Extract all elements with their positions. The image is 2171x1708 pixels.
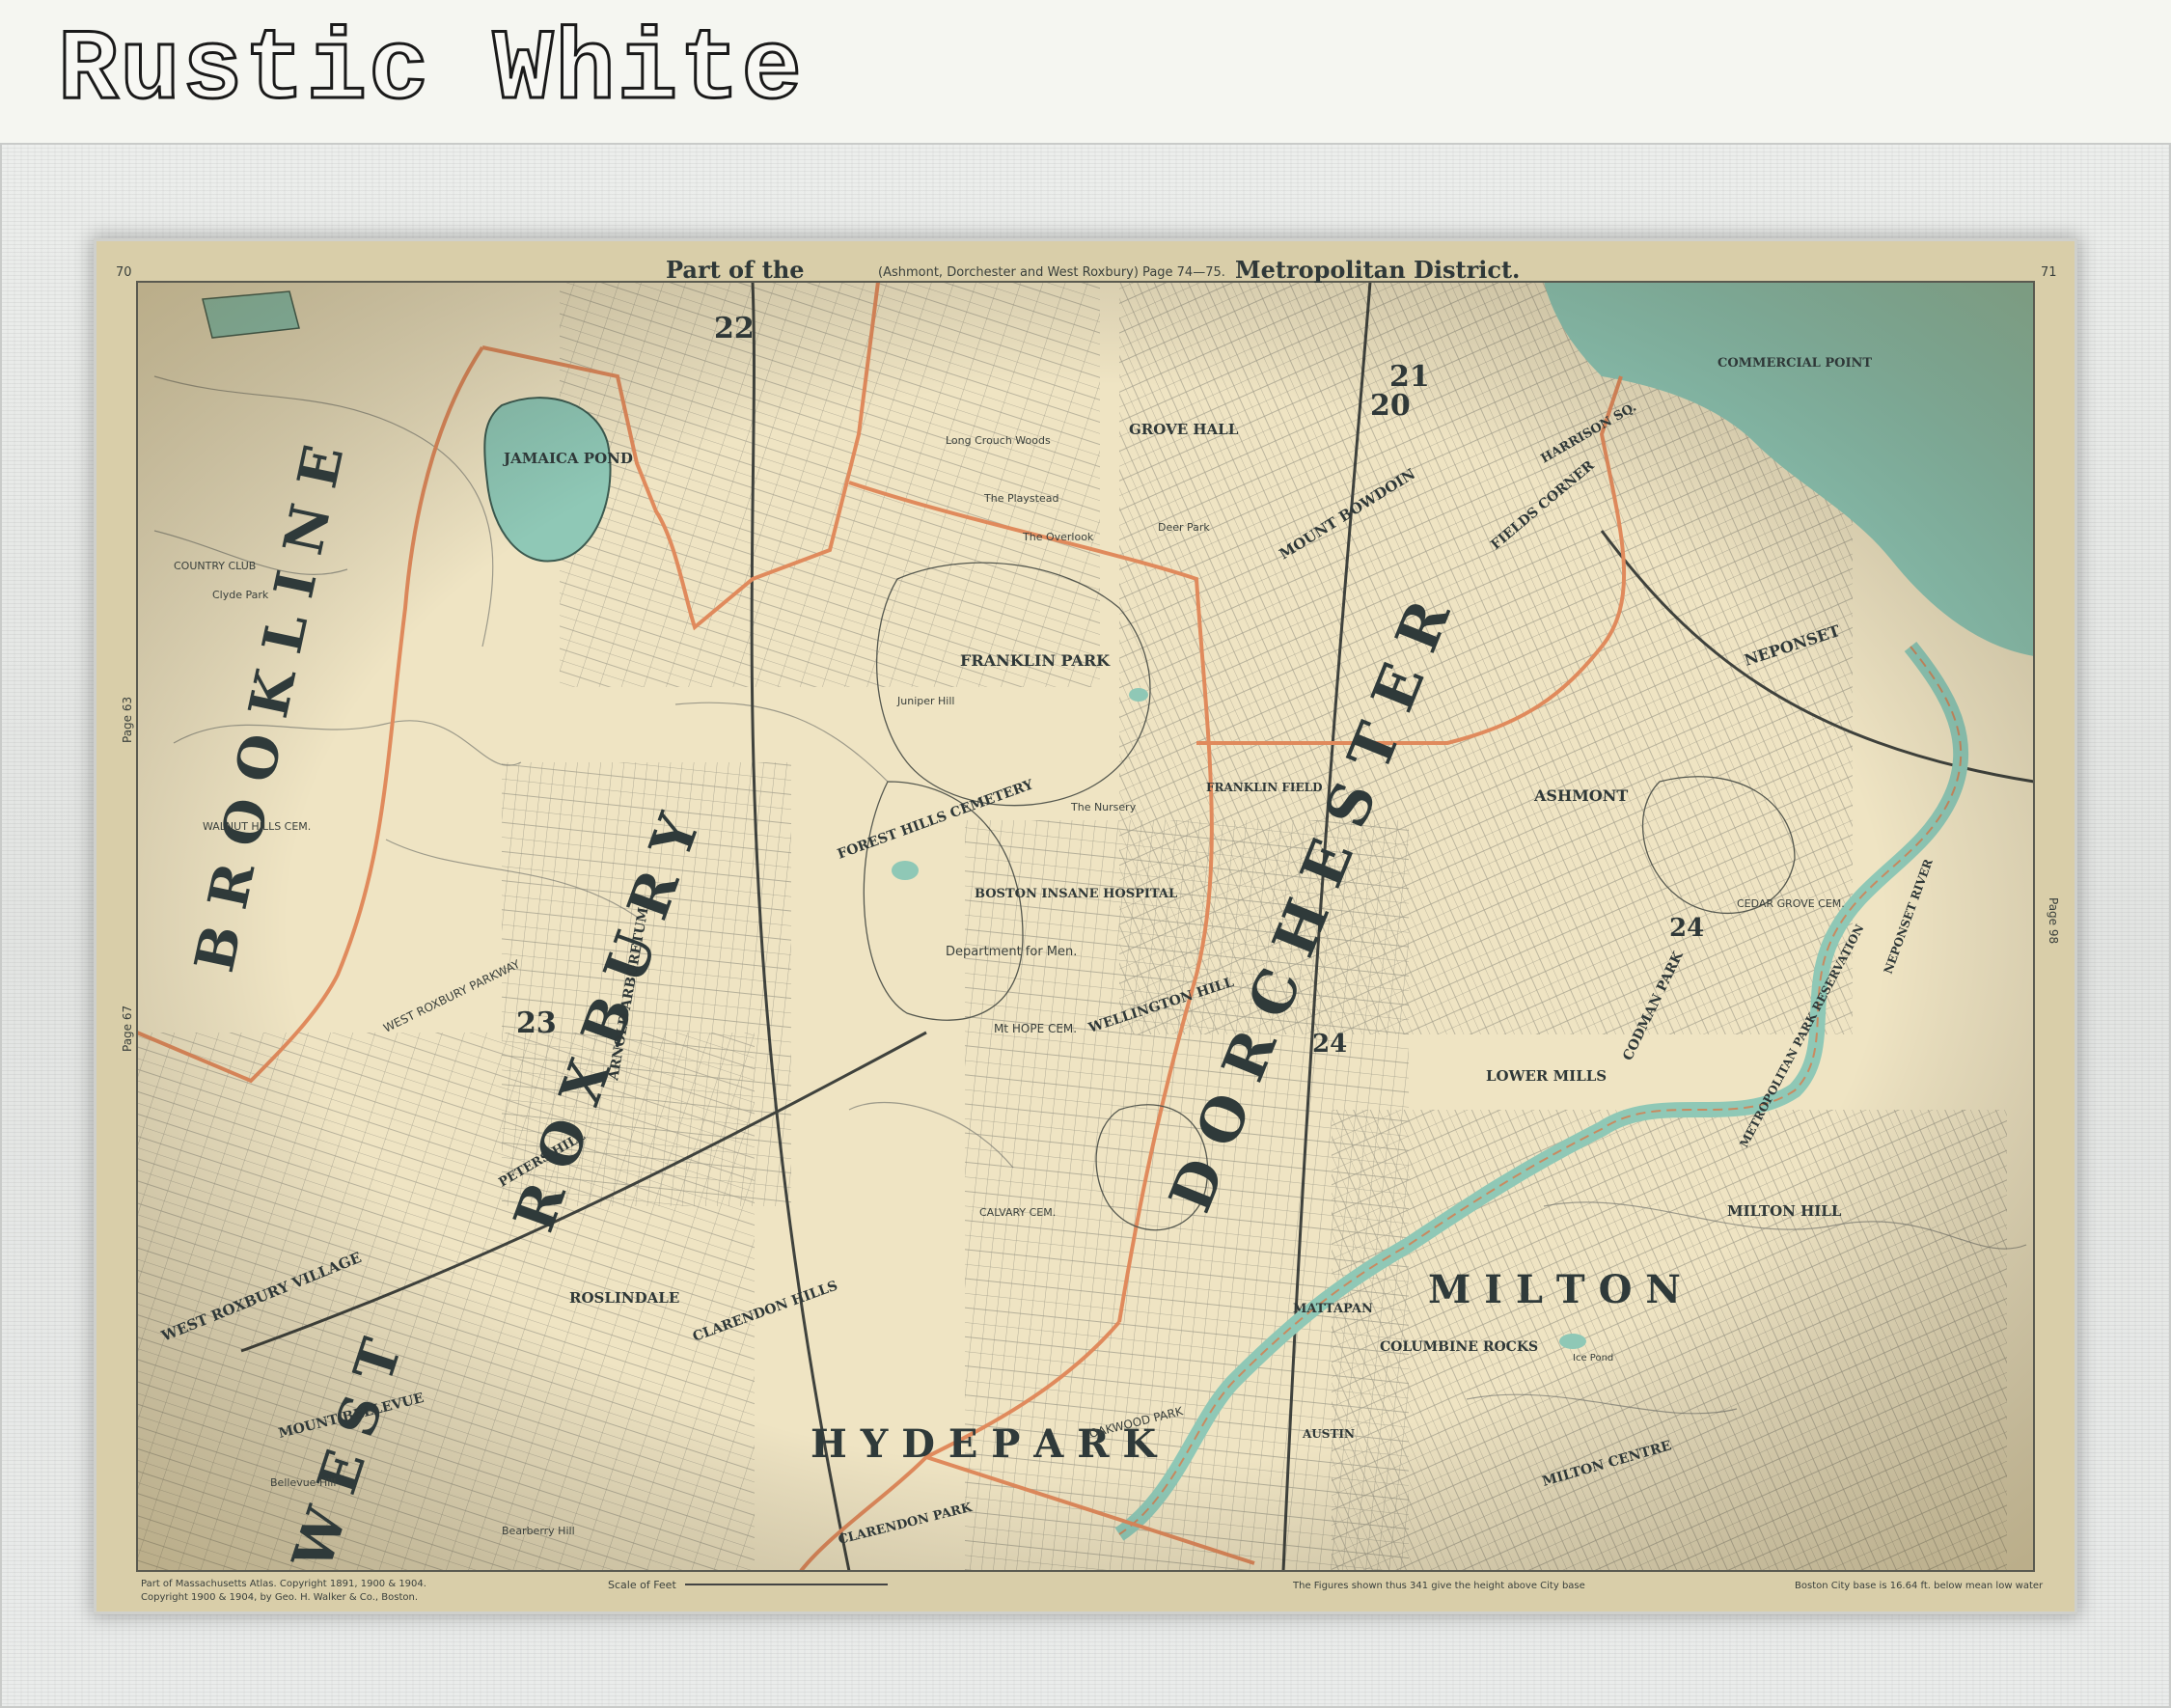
label-mt-hope: Mt HOPE CEM. bbox=[994, 1022, 1077, 1035]
paper-aging bbox=[137, 282, 2034, 1571]
label-ashmont: ASHMONT bbox=[1533, 786, 1628, 805]
region-milton: M I L T O N bbox=[1428, 1267, 1681, 1312]
district-number-20: 20 bbox=[1370, 389, 1411, 423]
footer-base-note: Boston City base is 16.64 ft. below mean… bbox=[1795, 1581, 2044, 1591]
label-franklin-park: FRANKLIN PARK bbox=[960, 651, 1111, 670]
label-calvary: CALVARY CEM. bbox=[979, 1206, 1056, 1219]
footer-copyright-1: Part of Massachusetts Atlas. Copyright 1… bbox=[141, 1579, 426, 1589]
label-bearberry-hill: Bearberry Hill bbox=[502, 1525, 575, 1537]
label-ice-pond: Ice Pond bbox=[1573, 1353, 1613, 1364]
banner-title: Rustic White bbox=[57, 14, 804, 128]
label-austin: AUSTIN bbox=[1302, 1427, 1355, 1441]
header-district: Metropolitan District. bbox=[1235, 256, 1520, 284]
label-roslindale: ROSLINDALE bbox=[569, 1289, 679, 1307]
label-walnut-hills: WALNUT HILLS CEM. bbox=[203, 820, 311, 833]
footer-copyright-2: Copyright 1900 & 1904, by Geo. H. Walker… bbox=[141, 1592, 418, 1603]
label-columbine-rocks: COLUMBINE ROCKS bbox=[1380, 1339, 1538, 1355]
side-page-left-upper: Page 63 bbox=[121, 697, 134, 743]
district-number-21: 21 bbox=[1389, 360, 1430, 394]
label-dept-men: Department for Men. bbox=[946, 945, 1077, 959]
header-part-of-the: Part of the bbox=[666, 256, 805, 284]
side-page-left-lower: Page 67 bbox=[121, 1006, 134, 1052]
banner: Rustic White bbox=[0, 0, 2171, 143]
label-long-crouch: Long Crouch Woods bbox=[946, 434, 1051, 447]
side-page-right: Page 98 bbox=[2047, 897, 2060, 944]
footer-scale: Scale of Feet bbox=[608, 1579, 676, 1591]
label-grove-hall: GROVE HALL bbox=[1129, 421, 1239, 438]
footer-figures-note: The Figures shown thus 341 give the heig… bbox=[1292, 1581, 1585, 1591]
district-number-23: 23 bbox=[516, 1006, 557, 1040]
label-country-club: COUNTRY CLUB bbox=[174, 560, 256, 572]
label-mattapan: MATTAPAN bbox=[1293, 1302, 1373, 1316]
label-deer-park: Deer Park bbox=[1158, 521, 1210, 534]
label-overlook: The Overlook bbox=[1022, 531, 1094, 543]
antique-map: Part of the (Ashmont, Dorchester and Wes… bbox=[96, 241, 2075, 1612]
map-svg: Part of the (Ashmont, Dorchester and Wes… bbox=[96, 241, 2075, 1612]
label-lower-mills: LOWER MILLS bbox=[1486, 1067, 1607, 1085]
district-number-22: 22 bbox=[714, 312, 755, 345]
label-commercial-point: COMMERCIAL POINT bbox=[1718, 356, 1872, 371]
label-franklin-field: FRANKLIN FIELD bbox=[1206, 781, 1323, 794]
label-insane-hospital: BOSTON INSANE HOSPITAL bbox=[975, 887, 1177, 901]
district-number-24a: 24 bbox=[1312, 1030, 1347, 1059]
header-subtitle: (Ashmont, Dorchester and West Roxbury) P… bbox=[878, 265, 1225, 280]
label-nursery: The Nursery bbox=[1070, 801, 1137, 813]
label-bellevue-hill: Bellevue Hill bbox=[270, 1476, 336, 1489]
label-jamaica-pond: JAMAICA POND bbox=[502, 450, 633, 467]
page-number-right: 71 bbox=[2041, 265, 2057, 280]
label-clyde-park: Clyde Park bbox=[212, 589, 269, 601]
label-cedar-grove: CEDAR GROVE CEM. bbox=[1737, 897, 1845, 910]
label-juniper-hill: Juniper Hill bbox=[896, 695, 954, 707]
district-number-24b: 24 bbox=[1669, 914, 1704, 943]
label-playstead: The Playstead bbox=[983, 492, 1058, 505]
page-number-left: 70 bbox=[116, 265, 132, 280]
label-milton-hill: MILTON HILL bbox=[1727, 1202, 1842, 1220]
